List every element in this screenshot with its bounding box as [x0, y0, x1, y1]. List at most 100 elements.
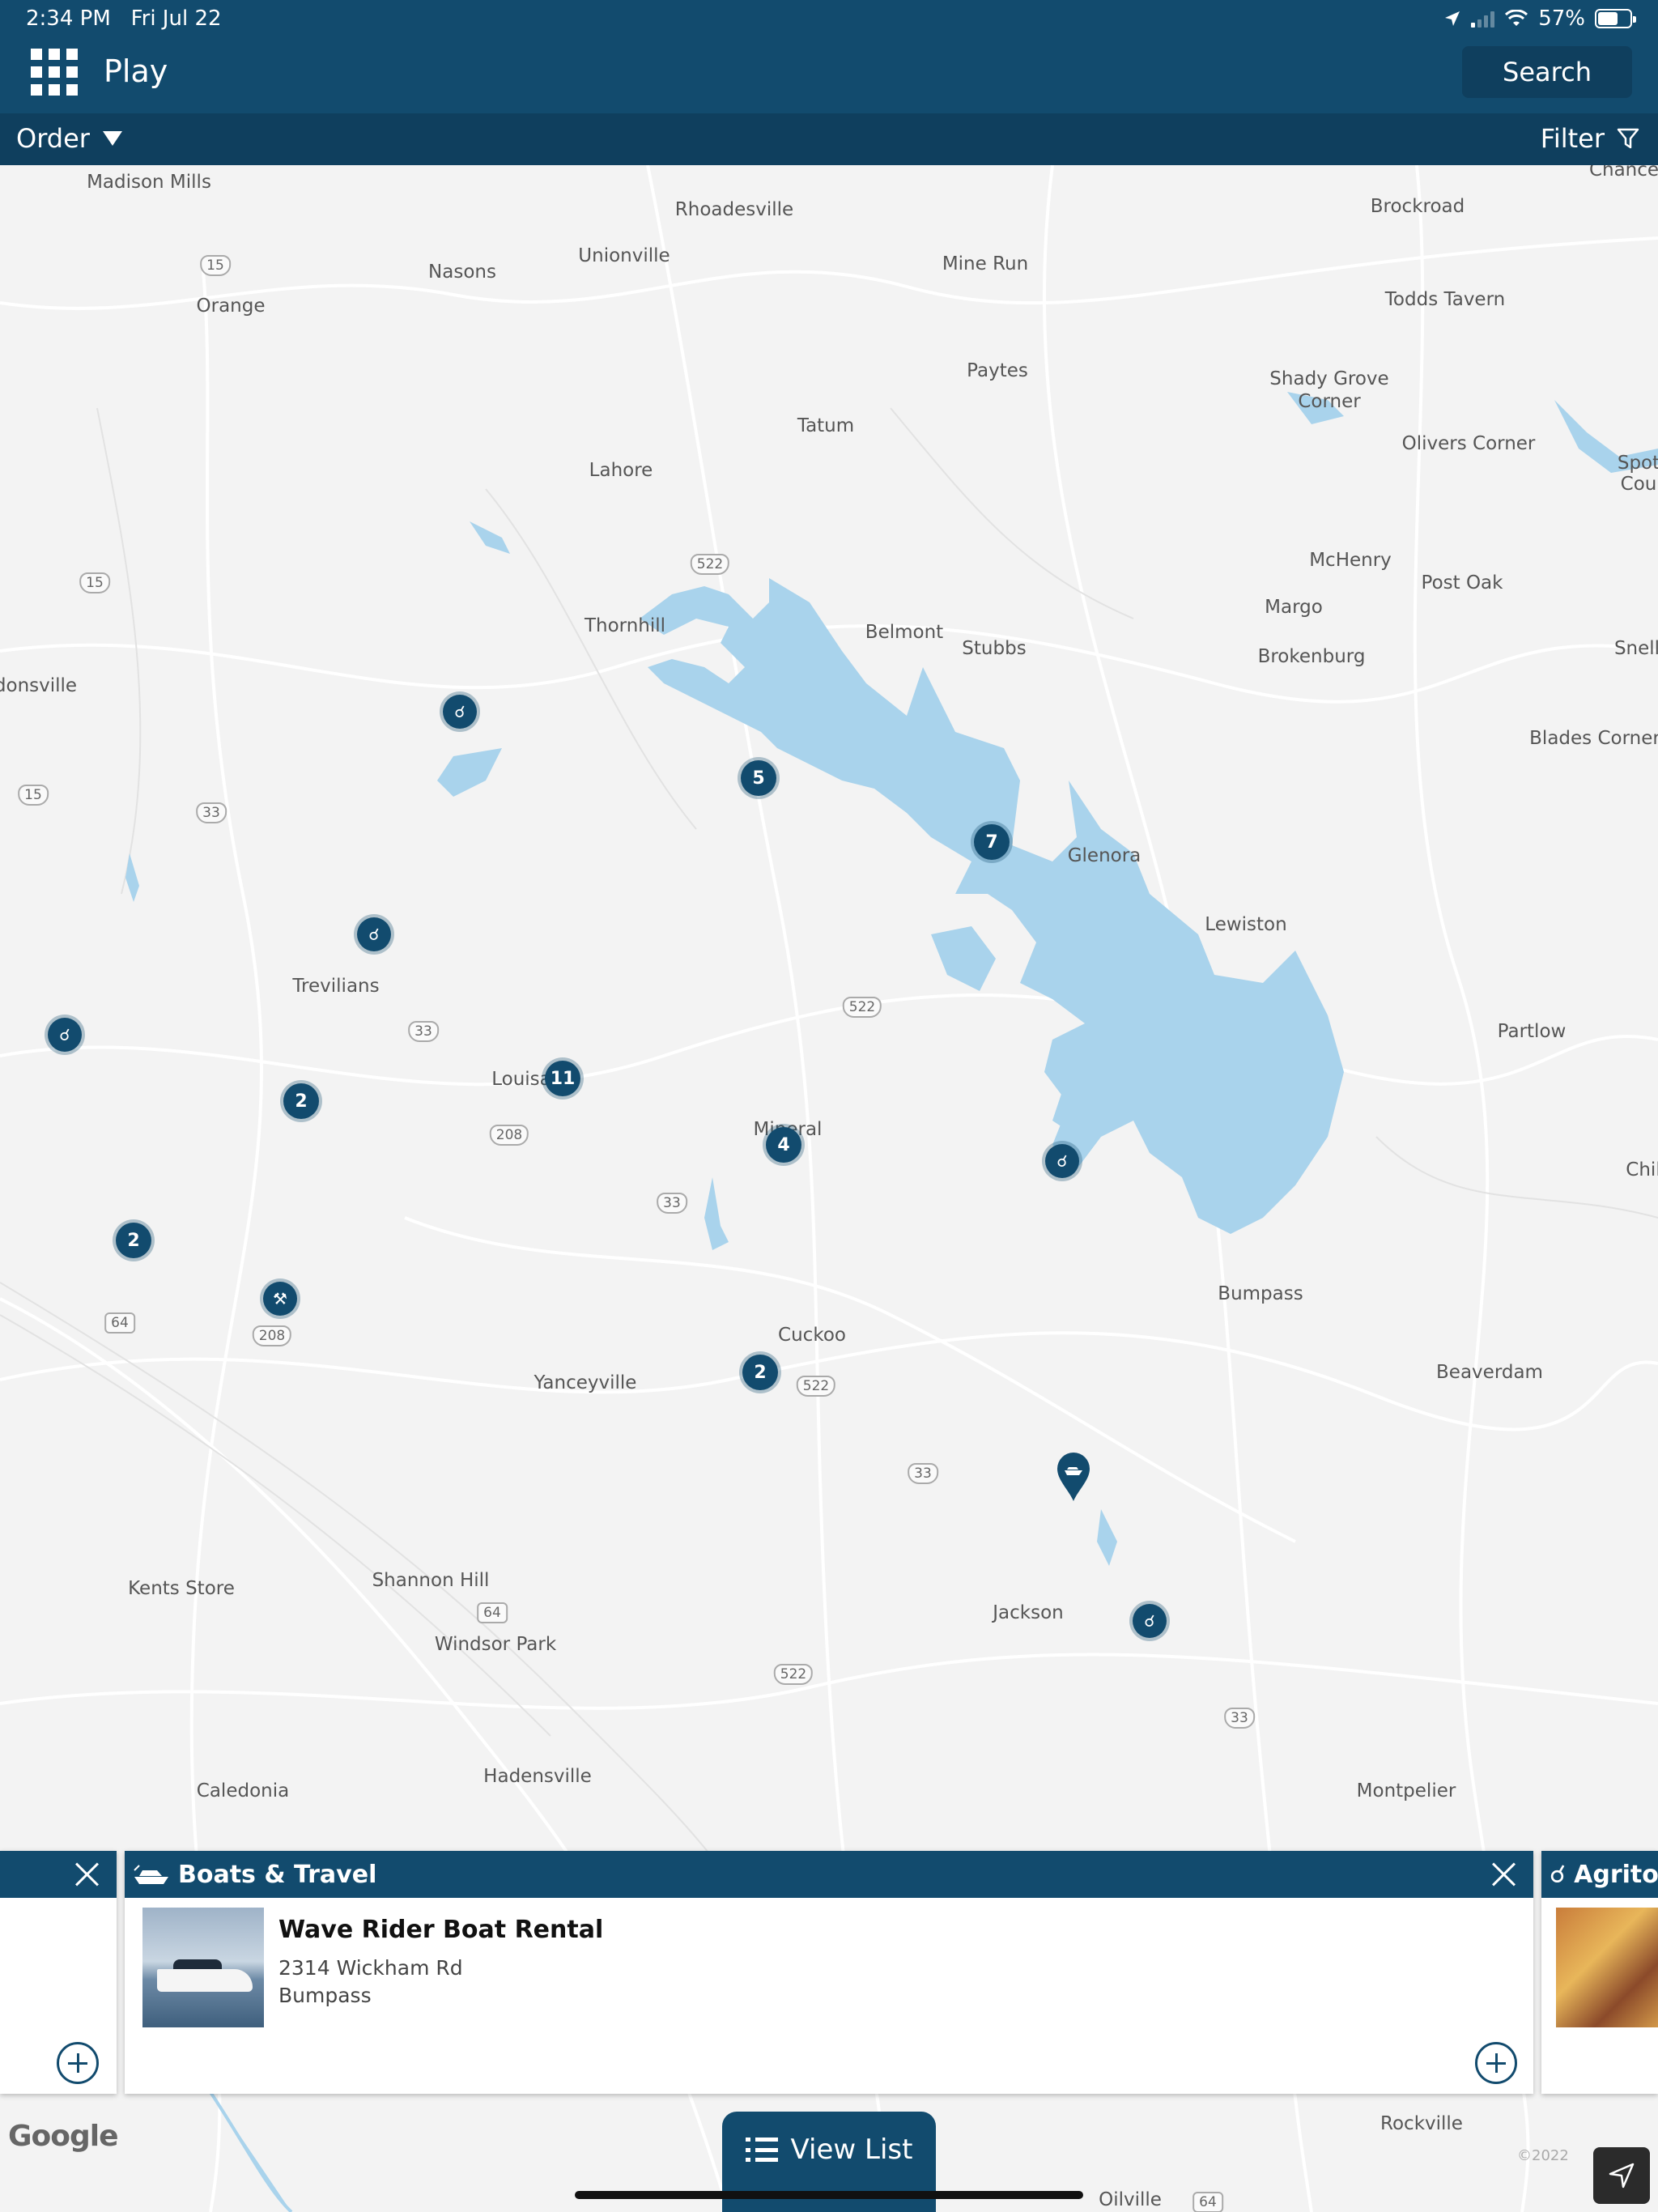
place-label: Jackson — [993, 1602, 1064, 1623]
place-label: Stubbs — [962, 638, 1027, 659]
place-label: Louisa — [491, 1069, 551, 1090]
filter-label: Filter — [1540, 123, 1605, 154]
route-shield: 33 — [408, 1021, 439, 1042]
place-label: Todds Tavern — [1384, 289, 1506, 310]
list-icon — [745, 2138, 778, 2162]
place-card-right[interactable]: ☌ Agrito — [1541, 1851, 1658, 2094]
route-shield: 64 — [104, 1312, 135, 1334]
route-shield: 522 — [690, 554, 730, 575]
close-icon[interactable] — [71, 1859, 102, 1890]
place-label: Lahore — [589, 460, 653, 481]
place-label: Madison Mills — [87, 172, 211, 193]
map-cluster-marker[interactable]: 11 — [545, 1061, 580, 1096]
address-line-2: Bumpass — [278, 1984, 372, 2007]
farm-poi-icon[interactable]: ☌ — [443, 695, 477, 729]
card-header: Boats & Travel — [125, 1851, 1533, 1898]
place-label: Olivers Corner — [1401, 433, 1536, 454]
filter-button[interactable]: Filter — [1541, 123, 1640, 154]
route-shield: 522 — [796, 1376, 836, 1397]
map-cluster-marker[interactable]: 5 — [741, 760, 776, 796]
map-cluster-marker[interactable]: 2 — [283, 1083, 319, 1119]
status-date: Fri Jul 22 — [130, 6, 222, 31]
route-shield: 33 — [196, 802, 227, 823]
address-line-1: 2314 Wickham Rd — [278, 1956, 463, 1980]
home-indicator[interactable] — [575, 2191, 1083, 2199]
farm-poi-icon[interactable]: ☌ — [48, 1018, 82, 1052]
route-shield: 64 — [477, 1602, 508, 1623]
place-label: Brockroad — [1370, 196, 1465, 217]
place-label: Brokenburg — [1257, 646, 1366, 667]
sort-filter-bar: Order Filter — [0, 113, 1658, 165]
place-label: Rhoadesville — [674, 199, 794, 220]
boat-icon — [134, 1865, 168, 1884]
caret-down-icon — [102, 131, 122, 146]
status-clock: 2:34 PM — [26, 6, 111, 31]
place-label: donsville — [0, 675, 78, 696]
listing-name[interactable]: Wave Rider Boat Rental — [278, 1916, 603, 1944]
place-label: Oilville — [1099, 2189, 1162, 2210]
place-label: Trevilians — [292, 976, 380, 997]
place-label: Tatum — [797, 415, 855, 436]
route-shield: 15 — [200, 255, 231, 276]
battery-icon — [1595, 9, 1636, 28]
order-dropdown[interactable]: Order — [16, 123, 122, 154]
map-cluster-marker[interactable]: 4 — [766, 1127, 801, 1163]
lodging-poi-icon[interactable]: ⚒ — [263, 1282, 297, 1316]
farm-poi-icon[interactable]: ☌ — [1133, 1604, 1167, 1638]
place-label: Blades Corner — [1529, 728, 1658, 749]
place-label: McHenry — [1309, 550, 1392, 571]
place-label: Glenora — [1067, 845, 1141, 866]
place-label: Nasons — [428, 262, 496, 283]
place-label: Hadensville — [483, 1766, 592, 1787]
place-label: Orange — [196, 296, 266, 317]
route-shield: 15 — [79, 572, 110, 593]
route-shield: 522 — [773, 1664, 814, 1685]
place-label: Snell — [1613, 638, 1658, 659]
order-label: Order — [16, 123, 90, 154]
place-card-left[interactable] — [0, 1851, 117, 2094]
place-label: Beaverdam — [1436, 1362, 1543, 1383]
place-label: Shady Grove Corner — [1269, 368, 1389, 412]
route-shield: 208 — [252, 1325, 292, 1346]
cell-signal-icon — [1471, 10, 1495, 28]
navigation-arrow-icon — [1609, 2163, 1635, 2189]
status-right: 57% — [1443, 6, 1636, 31]
map-cluster-marker[interactable]: 7 — [974, 824, 1010, 860]
place-label: Paytes — [967, 360, 1028, 381]
battery-percent: 57% — [1538, 6, 1585, 31]
google-logo: Google — [8, 2120, 119, 2153]
place-label: Cuckoo — [778, 1325, 846, 1346]
card-header — [0, 1851, 117, 1898]
search-button[interactable]: Search — [1462, 46, 1632, 98]
app-grid-icon[interactable] — [31, 49, 79, 97]
place-label: Kents Store — [128, 1578, 235, 1599]
place-label: Rockville — [1380, 2113, 1463, 2134]
listing-photo — [1556, 1908, 1658, 2027]
place-label: Spot Cou — [1617, 453, 1658, 495]
add-icon[interactable] — [57, 2042, 99, 2084]
page-title: Play — [104, 53, 168, 89]
card-category: Agrito — [1574, 1860, 1658, 1889]
selected-boat-pin-icon[interactable] — [1056, 1451, 1091, 1503]
place-label: Thornhill — [584, 615, 666, 636]
place-label: Partlow — [1497, 1021, 1567, 1042]
map-cluster-marker[interactable]: 2 — [116, 1223, 151, 1258]
app-header: 2:34 PM Fri Jul 22 57% Play Search — [0, 0, 1658, 113]
map-cluster-marker[interactable]: 2 — [742, 1355, 778, 1390]
place-label: Chil — [1626, 1159, 1658, 1180]
location-arrow-icon — [1445, 11, 1460, 26]
route-shield: 64 — [1192, 2192, 1223, 2212]
farm-poi-icon[interactable]: ☌ — [1045, 1144, 1079, 1178]
place-card-selected[interactable]: Boats & Travel Wave Rider Boat Rental 23… — [125, 1851, 1533, 2094]
wifi-icon — [1505, 10, 1528, 26]
route-shield: 208 — [489, 1125, 529, 1146]
place-label: Yanceyville — [534, 1372, 637, 1393]
add-to-itinerary-icon[interactable] — [1475, 2042, 1517, 2084]
place-label: Unionville — [578, 245, 670, 266]
status-time: 2:34 PM Fri Jul 22 — [26, 6, 222, 31]
close-icon[interactable] — [1488, 1859, 1519, 1890]
my-location-button[interactable] — [1593, 2147, 1650, 2204]
place-label: Margo — [1265, 597, 1323, 618]
farm-poi-icon[interactable]: ☌ — [357, 917, 391, 951]
place-label: Shannon Hill — [372, 1570, 490, 1591]
